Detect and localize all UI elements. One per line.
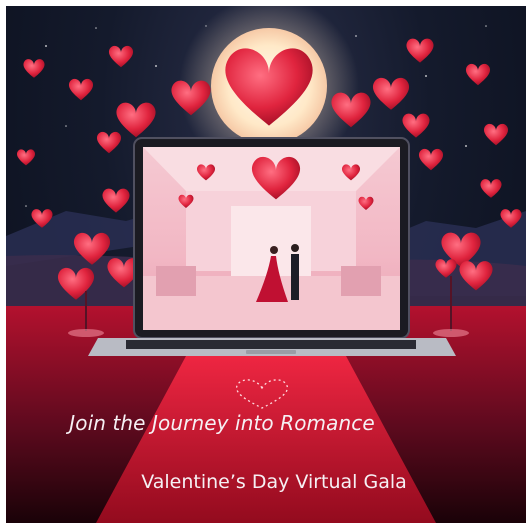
laptop-icon [88,137,456,356]
dancer-suit [291,254,299,300]
heart-icon [465,63,491,86]
heart-icon [418,148,444,171]
heart-icon [68,78,94,101]
heart-icon [102,188,130,213]
ballroom-table-right [341,266,381,296]
laptop-keyboard [126,340,416,349]
poster-frame: Join the Journey into Romance Valentine’… [0,0,532,529]
heart-icon [406,38,434,63]
heart-icon [372,77,410,110]
heart-icon [96,131,122,154]
heart-stand-base-right [433,329,469,337]
tagline: Join the Journey into Romance [69,411,375,435]
event-title: Valentine’s Day Virtual Gala [141,471,407,493]
heart-icon [16,149,36,166]
heart-icon [402,113,430,138]
valentine-poster: Join the Journey into Romance Valentine’… [6,6,526,523]
heart-icon [23,59,45,78]
poster-artwork [6,6,526,523]
dancer-head [270,246,278,254]
heart-icon [108,45,134,68]
dancer-head [291,244,299,252]
heart-icon [116,102,156,138]
heart-icon [480,179,502,198]
ballroom-table-left [156,266,196,296]
heart-stand-base-left [68,329,104,337]
heart-icon [483,123,509,146]
laptop-trackpad [246,350,296,354]
